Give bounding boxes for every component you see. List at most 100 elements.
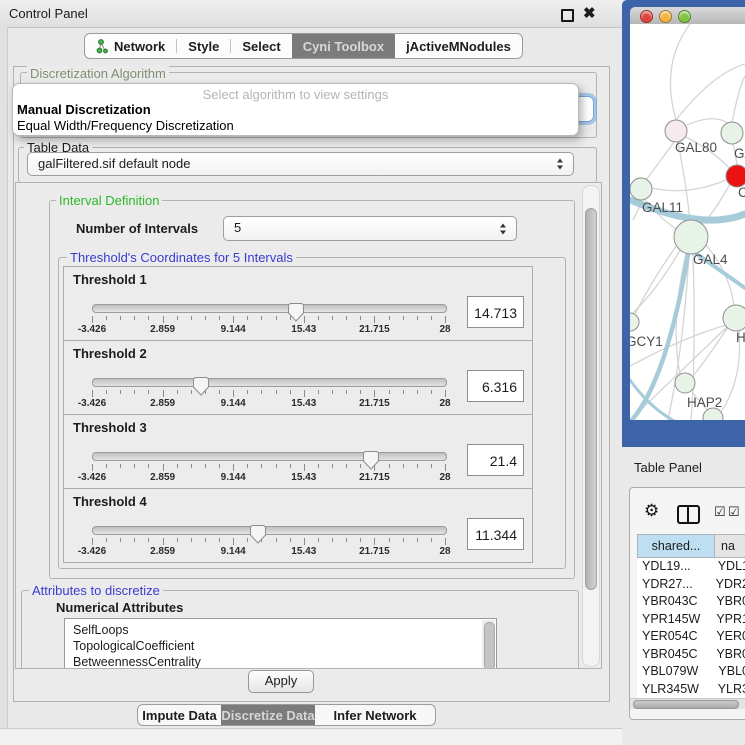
tick-mark [304,538,305,545]
threshold-slider-track[interactable] [92,378,447,387]
tab-style[interactable]: Style [177,34,230,58]
close-traffic-light[interactable] [640,10,653,23]
threshold-slider-track[interactable] [92,452,447,461]
table-cell: YER0 [708,628,745,646]
threshold-value-field[interactable]: 6.316 [467,370,524,402]
table-data-combobox[interactable]: galFiltered.sif default node [27,152,574,176]
gear-icon[interactable]: ⚙ [644,501,659,521]
vertical-scrollbar[interactable] [582,185,600,667]
horizontal-scrollbar[interactable] [630,698,745,709]
table-row[interactable]: YDR27...YDR2 [637,576,745,594]
numerical-attributes-list[interactable]: SelfLoops TopologicalCoefficient Between… [64,618,497,669]
slider-ticks [64,464,532,472]
network-window-titlebar[interactable] [630,7,745,24]
zoom-traffic-light[interactable] [678,10,691,23]
threshold-slider-track[interactable] [92,526,447,535]
tab-discretize-data[interactable]: Discretize Data [221,705,315,725]
tick-mark [92,390,93,397]
table-cell: YDR27... [637,576,708,594]
node-red[interactable] [726,165,745,187]
tick-mark [389,316,390,320]
threshold-value-field[interactable]: 21.4 [467,444,524,476]
tick-mark [346,538,347,542]
node-right-mid[interactable] [723,305,745,331]
columns-icon[interactable] [677,505,700,524]
tick-mark [403,316,404,320]
tick-mark [445,316,446,323]
threshold-value-field[interactable]: 11.344 [467,518,524,550]
network-edge [652,180,726,191]
tick-mark [290,464,291,468]
table-row[interactable]: YDL19...YDL1 [637,558,745,576]
tab-network[interactable]: Network [85,34,176,58]
close-icon[interactable]: ✖ [583,4,596,22]
number-of-intervals-label: Number of Intervals [76,221,198,236]
slider-thumb[interactable] [250,525,266,544]
list-scrollbar-thumb[interactable] [484,622,495,669]
number-of-intervals-combobox[interactable]: 5 [223,216,517,241]
tick-mark [148,538,149,542]
node-gal11[interactable] [630,178,652,200]
tick-mark [389,538,390,542]
thresholds-group-title: Threshold's Coordinates for 5 Intervals [67,250,296,265]
vertical-scrollbar-thumb[interactable] [585,208,597,590]
threshold-label: Threshold 1 [73,272,147,287]
threshold-panel: Threshold 3-3.4262.8599.14415.4321.71528… [63,414,533,489]
list-scrollbar[interactable] [482,620,495,669]
table-cell: YLR3 [710,681,745,699]
table-row[interactable]: YLR345WYLR3 [637,681,745,699]
table-cell: YBR0 [708,593,745,611]
network-node-label: HAP2 [687,395,722,410]
column-header-shared-name[interactable]: shared... [637,534,715,558]
node-hap2[interactable] [675,373,695,393]
horizontal-scrollbar-thumb[interactable] [633,700,739,709]
float-window-icon[interactable] [561,9,574,22]
slider-thumb[interactable] [288,303,304,322]
node-gal4[interactable] [674,220,708,254]
tick-label: 2.859 [150,472,175,483]
slider-thumb[interactable] [363,451,379,470]
popup-option-equal-width-frequency[interactable]: Equal Width/Frequency Discretization [17,118,234,133]
table-body: YDL19...YDL1YDR27...YDR2YBR043CYBR0YPR14… [637,558,745,706]
column-header-name[interactable]: na [715,534,745,558]
interval-definition-group-title: Interval Definition [56,193,162,208]
apply-button[interactable]: Apply [248,670,314,693]
minimize-traffic-light[interactable] [659,10,672,23]
tick-mark [219,316,220,320]
node-gcy1[interactable] [630,313,639,331]
table-row[interactable]: YBR043CYBR0 [637,593,745,611]
tick-mark [417,464,418,468]
threshold-panel: Threshold 2-3.4262.8599.14415.4321.71528… [63,340,533,415]
table-row[interactable]: YBR045CYBR0 [637,646,745,664]
table-row[interactable]: YER054CYER0 [637,628,745,646]
tick-mark [106,538,107,542]
list-item[interactable]: SelfLoops [65,622,496,638]
list-item[interactable]: TopologicalCoefficient [65,638,496,654]
network-canvas[interactable]: GAL80GACGAL11GAL4GCY1HHAP2 [630,24,745,420]
tick-mark [290,390,291,394]
tick-mark [106,464,107,468]
tab-infer-network[interactable]: Infer Network [315,705,435,725]
threshold-value-field[interactable]: 14.713 [467,296,524,328]
list-item[interactable]: BetweennessCentrality [65,654,496,669]
node-gal80[interactable] [665,120,687,142]
tick-mark [332,538,333,542]
tick-mark [261,390,262,394]
popup-option-manual-discretization[interactable]: Manual Discretization [17,102,151,117]
tab-select[interactable]: Select [231,34,291,58]
tab-cyni-toolbox[interactable]: Cyni Toolbox [292,34,395,58]
node-top-right[interactable] [721,122,743,144]
checkbox-checked-icon[interactable]: ☑ [714,504,726,520]
tick-mark [276,316,277,320]
tick-mark [431,316,432,320]
table-row[interactable]: YBL079WYBL0 [637,663,745,681]
table-row[interactable]: YPR145WYPR1 [637,611,745,629]
attributes-group-title: Attributes to discretize [29,583,163,598]
checkbox-checked-icon[interactable]: ☑ [728,504,740,520]
tick-mark [120,316,121,320]
tab-impute-data[interactable]: Impute Data [138,705,221,725]
tab-jactivemnodules[interactable]: jActiveMNodules [395,34,522,58]
threshold-slider-track[interactable] [92,304,447,313]
slider-thumb[interactable] [193,377,209,396]
tick-label: 9.144 [221,324,246,335]
